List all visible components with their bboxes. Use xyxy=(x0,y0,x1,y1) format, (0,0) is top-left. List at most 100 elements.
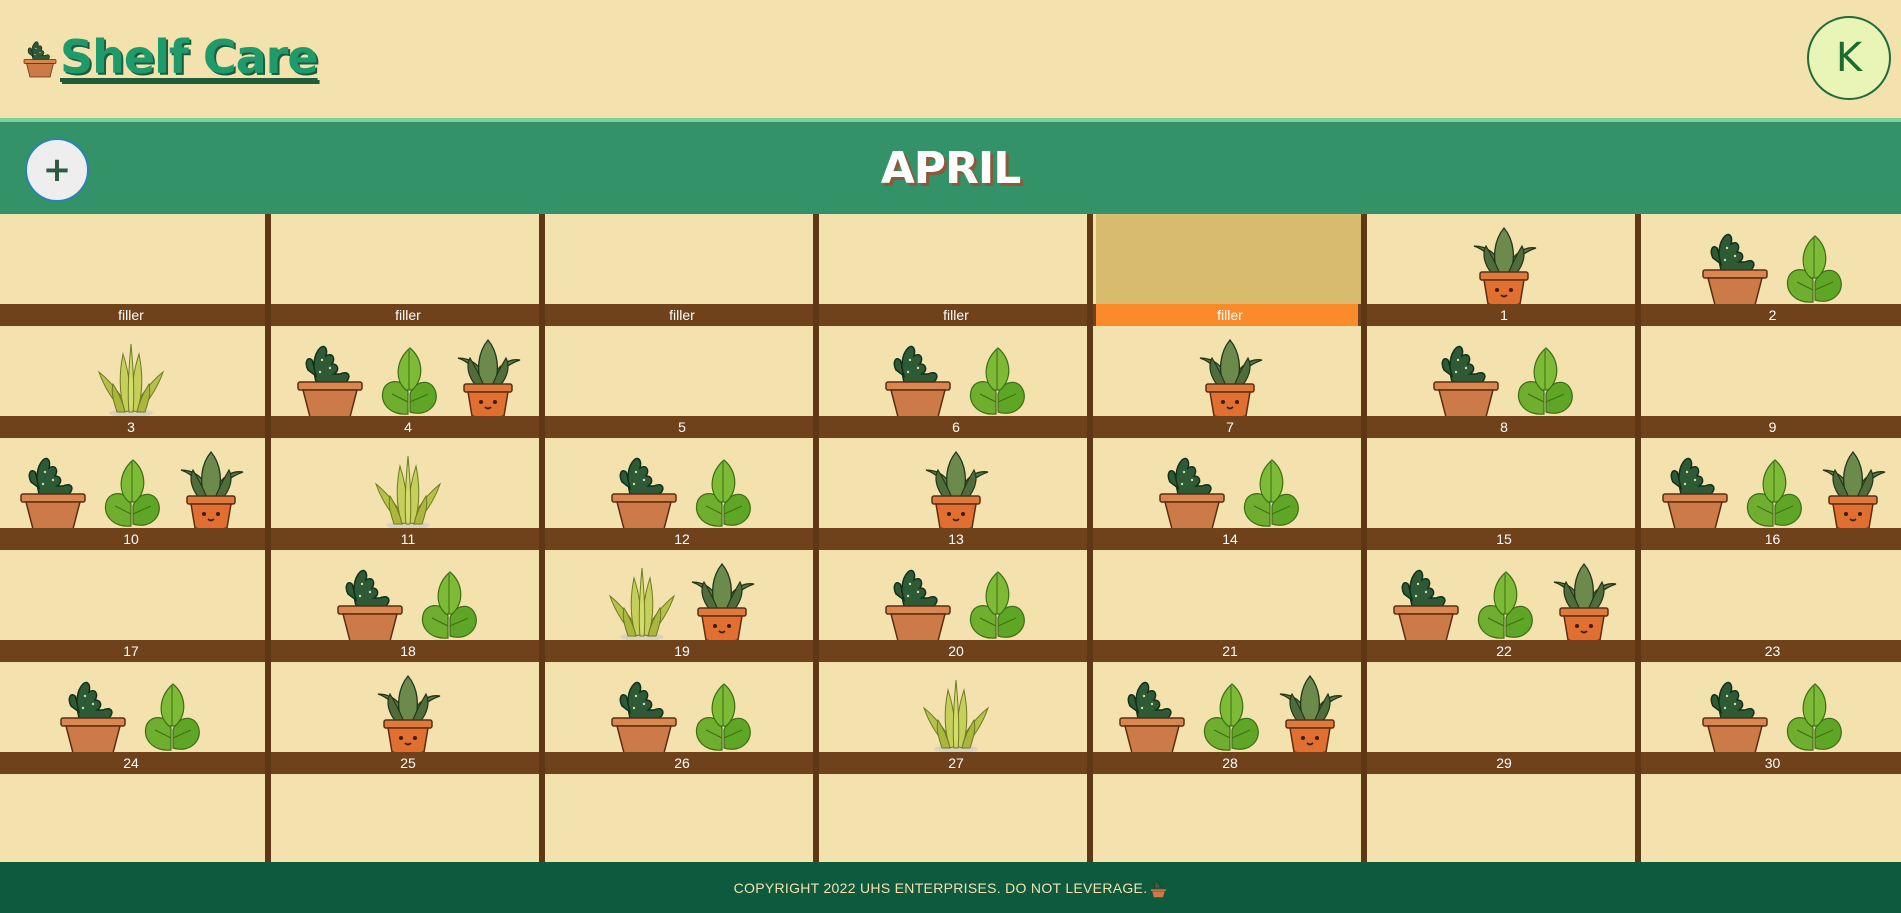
calendar-day-cell[interactable]: filler xyxy=(274,214,542,326)
potted-snake-plant-icon[interactable] xyxy=(1192,336,1268,418)
calendar-day-cell[interactable]: 12 xyxy=(548,438,816,550)
potted-cactus-icon[interactable] xyxy=(1426,336,1502,418)
potted-cactus-icon[interactable] xyxy=(1695,672,1771,754)
potted-cactus-icon[interactable] xyxy=(1112,672,1188,754)
plant-shelf-items xyxy=(1644,442,1901,530)
potted-cactus-icon[interactable] xyxy=(13,448,89,530)
day-label: 16 xyxy=(1644,528,1901,550)
calendar-day-cell[interactable]: 17 xyxy=(0,550,262,662)
potted-snake-plant-icon[interactable] xyxy=(1546,560,1622,642)
calendar-day-cell[interactable]: 20 xyxy=(822,550,1090,662)
potted-cactus-icon[interactable] xyxy=(1386,560,1462,642)
calendar-day-cell[interactable]: 5 xyxy=(548,326,816,438)
day-label: 6 xyxy=(822,416,1090,438)
potted-cactus-icon[interactable] xyxy=(604,672,680,754)
calendar-day-cell[interactable]: 23 xyxy=(1644,550,1901,662)
potted-cactus-icon[interactable] xyxy=(878,336,954,418)
basil-leaves-icon[interactable] xyxy=(1506,336,1582,418)
plant-shelf-items xyxy=(822,442,1090,530)
potted-cactus-icon[interactable] xyxy=(53,672,129,754)
plant-shelf-items xyxy=(274,330,542,418)
potted-cactus-icon[interactable] xyxy=(290,336,366,418)
potted-cactus-icon[interactable] xyxy=(1152,448,1228,530)
calendar-day-cell[interactable]: 2 xyxy=(1644,214,1901,326)
add-plant-button[interactable]: + xyxy=(25,138,89,202)
basil-leaves-icon[interactable] xyxy=(684,672,760,754)
basil-leaves-icon[interactable] xyxy=(958,336,1034,418)
plant-shelf-items xyxy=(0,442,262,530)
day-label: 5 xyxy=(548,416,816,438)
aloe-plant-icon[interactable] xyxy=(918,672,994,754)
potted-cactus-icon[interactable] xyxy=(1695,224,1771,306)
potted-cactus-icon xyxy=(1149,877,1167,899)
calendar-day-cell[interactable]: 13 xyxy=(822,438,1090,550)
potted-snake-plant-icon[interactable] xyxy=(1815,448,1891,530)
calendar-day-cell[interactable]: 26 xyxy=(548,662,816,774)
calendar-day-cell[interactable]: 25 xyxy=(274,662,542,774)
basil-leaves-icon[interactable] xyxy=(1775,672,1851,754)
potted-cactus-icon[interactable] xyxy=(330,560,406,642)
potted-snake-plant-icon[interactable] xyxy=(370,672,446,754)
month-header: + APRIL xyxy=(0,118,1901,214)
calendar-day-cell[interactable]: 18 xyxy=(274,550,542,662)
calendar-day-cell[interactable]: 3 xyxy=(0,326,262,438)
potted-snake-plant-icon[interactable] xyxy=(450,336,526,418)
calendar-day-cell[interactable]: 16 xyxy=(1644,438,1901,550)
calendar-day-cell[interactable]: 19 xyxy=(548,550,816,662)
plant-shelf-items xyxy=(548,442,816,530)
calendar-day-cell[interactable]: 9 xyxy=(1644,326,1901,438)
calendar-day-cell[interactable]: 10 xyxy=(0,438,262,550)
calendar-day-cell[interactable]: 28 xyxy=(1096,662,1364,774)
calendar-day-cell[interactable]: 21 xyxy=(1096,550,1364,662)
calendar-day-cell[interactable]: 11 xyxy=(274,438,542,550)
calendar-day-cell[interactable]: filler xyxy=(0,214,262,326)
calendar-day-cell[interactable]: filler xyxy=(822,214,1090,326)
basil-leaves-icon[interactable] xyxy=(1232,448,1308,530)
calendar-day-cell[interactable]: filler xyxy=(1096,214,1364,326)
aloe-plant-icon[interactable] xyxy=(370,448,446,530)
basil-leaves-icon[interactable] xyxy=(1735,448,1811,530)
potted-snake-plant-icon[interactable] xyxy=(173,448,249,530)
potted-snake-plant-icon[interactable] xyxy=(1466,224,1542,306)
calendar-day-cell[interactable]: 24 xyxy=(0,662,262,774)
calendar-day-cell[interactable]: 6 xyxy=(822,326,1090,438)
calendar-day-cell[interactable]: 15 xyxy=(1370,438,1638,550)
basil-leaves-icon[interactable] xyxy=(1192,672,1268,754)
aloe-plant-icon[interactable] xyxy=(604,560,680,642)
app-title[interactable]: Shelf Care xyxy=(60,30,319,84)
potted-snake-plant-icon[interactable] xyxy=(1272,672,1348,754)
basil-leaves-icon[interactable] xyxy=(1775,224,1851,306)
potted-snake-plant-icon[interactable] xyxy=(684,560,760,642)
calendar-day-cell[interactable]: 22 xyxy=(1370,550,1638,662)
calendar-day-cell[interactable]: 1 xyxy=(1370,214,1638,326)
basil-leaves-icon[interactable] xyxy=(684,448,760,530)
potted-cactus-icon[interactable] xyxy=(878,560,954,642)
basil-leaves-icon[interactable] xyxy=(370,336,446,418)
column-divider xyxy=(1361,214,1367,862)
basil-leaves-icon[interactable] xyxy=(1466,560,1542,642)
basil-leaves-icon[interactable] xyxy=(133,672,209,754)
column-divider xyxy=(539,214,545,862)
potted-cactus-icon[interactable] xyxy=(604,448,680,530)
day-label: 27 xyxy=(822,752,1090,774)
day-label: 21 xyxy=(1096,640,1364,662)
basil-leaves-icon[interactable] xyxy=(93,448,169,530)
calendar-day-cell[interactable]: 4 xyxy=(274,326,542,438)
calendar-day-cell[interactable]: 7 xyxy=(1096,326,1364,438)
day-label: 7 xyxy=(1096,416,1364,438)
basil-leaves-icon[interactable] xyxy=(410,560,486,642)
calendar-day-cell[interactable]: 30 xyxy=(1644,662,1901,774)
day-label: 29 xyxy=(1370,752,1638,774)
calendar-day-cell[interactable]: 8 xyxy=(1370,326,1638,438)
potted-cactus-icon[interactable] xyxy=(1655,448,1731,530)
aloe-plant-icon[interactable] xyxy=(93,336,169,418)
user-avatar[interactable]: K xyxy=(1807,16,1891,100)
app-logo-link[interactable]: Shelf Care xyxy=(20,30,319,84)
potted-snake-plant-icon[interactable] xyxy=(918,448,994,530)
calendar-day-cell[interactable]: 29 xyxy=(1370,662,1638,774)
day-label: 9 xyxy=(1644,416,1901,438)
basil-leaves-icon[interactable] xyxy=(958,560,1034,642)
calendar-day-cell[interactable]: 14 xyxy=(1096,438,1364,550)
calendar-day-cell[interactable]: 27 xyxy=(822,662,1090,774)
calendar-day-cell[interactable]: filler xyxy=(548,214,816,326)
